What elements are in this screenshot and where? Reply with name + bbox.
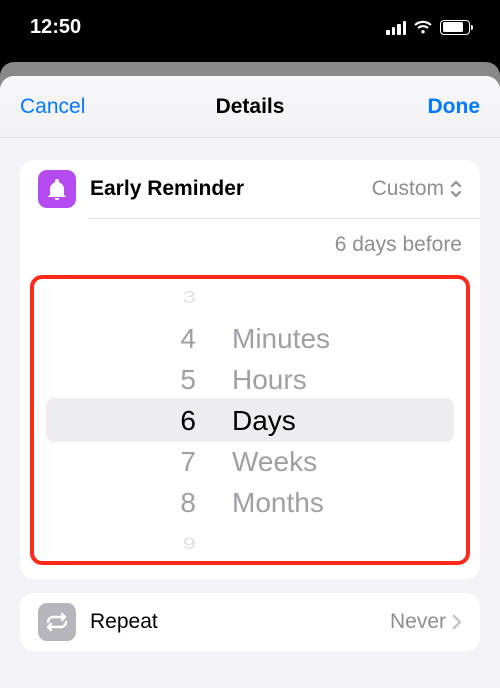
status-bar: 12:50	[0, 0, 500, 62]
nav-bar: Cancel Details Done	[0, 76, 500, 138]
repeat-row[interactable]: Repeat Never	[20, 593, 480, 651]
picker-unit-option-selected[interactable]: Days	[232, 400, 296, 441]
picker-number-option[interactable]: 4	[180, 318, 196, 359]
picker-unit-option[interactable]: Months	[232, 482, 324, 523]
early-reminder-row[interactable]: Early Reminder Custom	[20, 160, 480, 218]
early-reminder-label: Early Reminder	[90, 177, 358, 201]
picker-number-option-selected[interactable]: 6	[180, 400, 196, 441]
updown-icon	[450, 180, 462, 198]
bell-icon	[38, 170, 76, 208]
early-reminder-card: Early Reminder Custom 6 days before 3 4 …	[20, 160, 480, 579]
battery-icon	[440, 20, 470, 35]
early-reminder-summary: 6 days before	[20, 219, 480, 271]
picker-number-option[interactable]: 9	[183, 529, 196, 558]
status-icons	[386, 20, 470, 35]
picker-number-column[interactable]: 3 4 5 6 7 8 9	[34, 279, 222, 561]
repeat-label: Repeat	[90, 610, 376, 634]
page-title: Details	[216, 95, 285, 119]
picker-unit-option[interactable]: Weeks	[232, 441, 317, 482]
time-picker[interactable]: 3 4 5 6 7 8 9 Minutes Hours Days Weeks M…	[30, 275, 470, 565]
picker-unit-column[interactable]: Minutes Hours Days Weeks Months	[222, 279, 466, 561]
picker-unit-option[interactable]: Hours	[232, 359, 307, 400]
repeat-card: Repeat Never	[20, 593, 480, 651]
repeat-value-text: Never	[390, 610, 446, 634]
picker-number-option[interactable]: 3	[183, 283, 196, 312]
chevron-right-icon	[452, 614, 462, 630]
cancel-button[interactable]: Cancel	[20, 95, 100, 119]
picker-number-option[interactable]: 8	[180, 482, 196, 523]
cellular-signal-icon	[386, 20, 406, 35]
picker-number-option[interactable]: 5	[180, 359, 196, 400]
picker-number-option[interactable]: 7	[180, 441, 196, 482]
early-reminder-value[interactable]: Custom	[372, 177, 462, 201]
early-reminder-value-text: Custom	[372, 177, 444, 201]
repeat-value: Never	[390, 610, 462, 634]
repeat-icon	[38, 603, 76, 641]
done-button[interactable]: Done	[400, 95, 480, 119]
status-time: 12:50	[30, 16, 81, 39]
picker-unit-option[interactable]: Minutes	[232, 318, 330, 359]
wifi-icon	[413, 20, 433, 35]
details-sheet: Cancel Details Done Early Reminder Custo…	[0, 76, 500, 688]
